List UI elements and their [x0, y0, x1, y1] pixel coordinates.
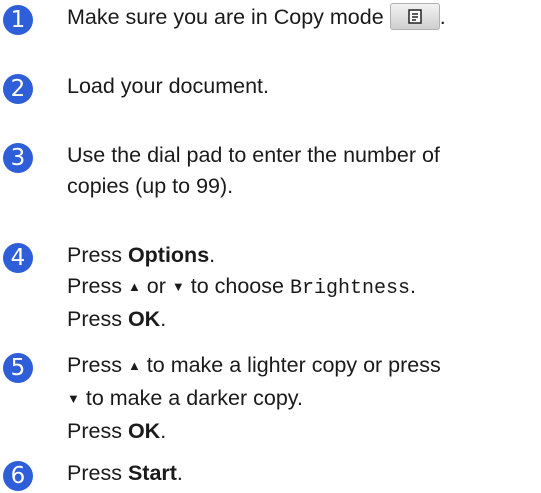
step-3-line-2: copies (up to 99).: [67, 174, 234, 198]
step-4-line-2-post: to choose: [184, 274, 290, 298]
down-arrow-icon: ▼: [67, 391, 80, 406]
step-5-line-1-pre: Press: [67, 353, 128, 377]
step-4-line-3-pre: Press: [67, 307, 128, 331]
step-number-badge: 3: [3, 143, 33, 173]
down-arrow-icon: ▼: [171, 279, 185, 294]
step-4-line-2-end: .: [409, 274, 416, 298]
ok-button-name: OK: [127, 419, 161, 443]
copy-mode-key: [389, 2, 440, 30]
step-4-line-1-pre: Press: [67, 243, 128, 267]
up-arrow-icon: ▲: [127, 279, 141, 294]
step-4-line-2-pre: Press: [67, 274, 128, 298]
step-5-line-3-post: .: [160, 419, 167, 443]
step-number-badge: 5: [3, 353, 33, 383]
step-5-line-2-post: to make a darker copy.: [79, 386, 303, 410]
step-1-text: Make sure you are in Copy mode: [67, 5, 384, 29]
step-5-line-1-post: to make a lighter copy or press: [140, 353, 441, 377]
step-3-line-1: Use the dial pad to enter the number of: [67, 143, 440, 167]
step-4-line-1-post: .: [209, 243, 216, 267]
step-4-line-3-post: .: [160, 307, 167, 331]
step-number-badge: 2: [3, 74, 33, 104]
step-number-badge: 6: [3, 461, 33, 491]
step-1-period: .: [439, 5, 446, 29]
step-4-line-2-mid: or: [140, 274, 172, 298]
step-2-text: Load your document.: [67, 74, 269, 98]
step-text: Use the dial pad to enter the number of …: [67, 140, 537, 202]
step-6-post: .: [176, 461, 183, 485]
step-number-badge: 4: [3, 243, 33, 273]
options-button-name: Options: [127, 243, 210, 267]
step-text: Press Start.: [67, 458, 537, 489]
step-5-line-3-pre: Press: [67, 419, 128, 443]
step-text: Press Options. Press ▲ or ▼ to choose Br…: [67, 240, 537, 335]
step-text: Load your document.: [67, 71, 537, 102]
step-text: Make sure you are in Copy mode.: [67, 2, 537, 33]
ok-button-name: OK: [127, 307, 161, 331]
up-arrow-icon: ▲: [127, 358, 141, 373]
step-6-pre: Press: [67, 461, 128, 485]
step-number-badge: 1: [3, 5, 33, 35]
brightness-setting-name: Brightness: [289, 277, 410, 300]
step-text: Press ▲ to make a lighter copy or press …: [67, 350, 537, 447]
start-button-name: Start: [127, 461, 177, 485]
copy-document-icon: [407, 9, 422, 24]
